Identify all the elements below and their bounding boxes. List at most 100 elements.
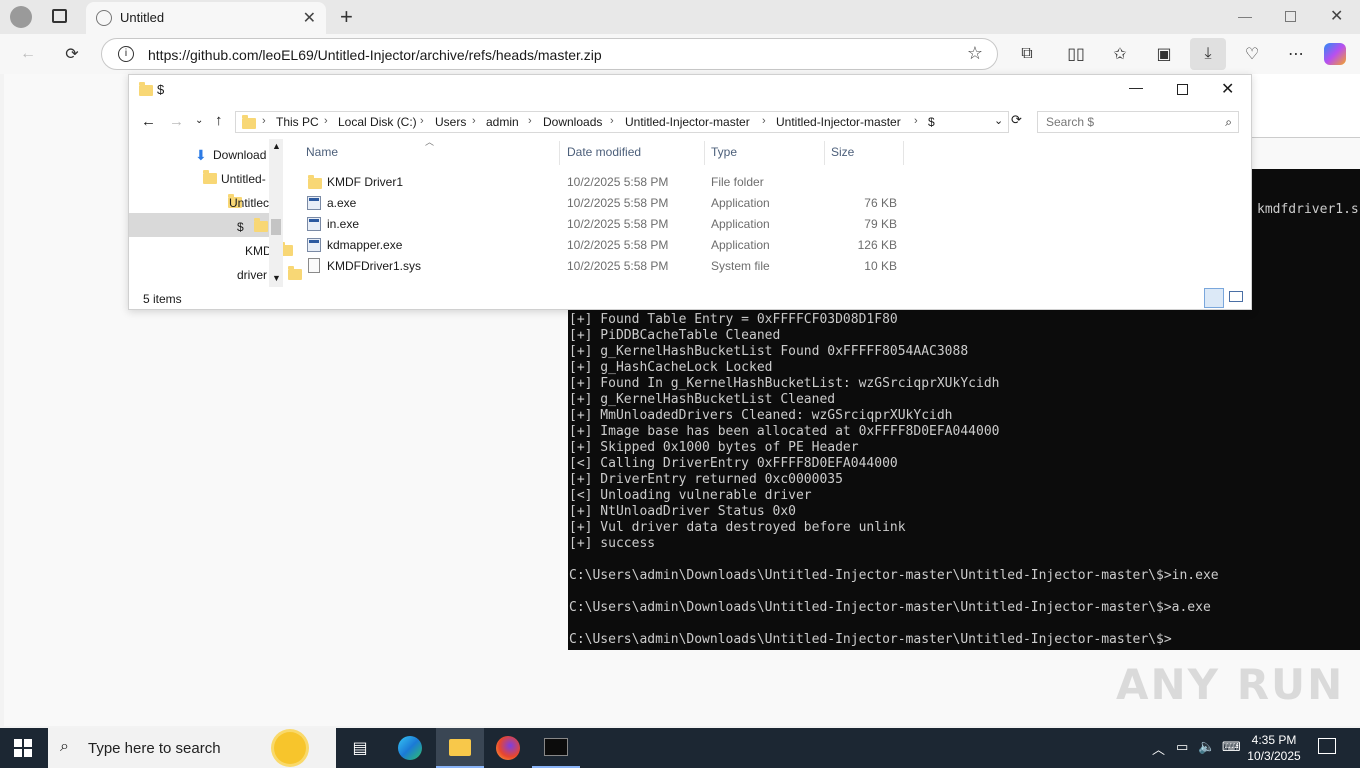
downloads-nav-icon: ⬇ — [195, 147, 207, 163]
file-type: Application — [711, 217, 770, 231]
show-hidden-icons-icon[interactable]: ︿ — [1152, 739, 1165, 758]
address-bar[interactable]: i https://github.com/leoEL69/Untitled-In… — [101, 38, 998, 70]
breadcrumb-dropdown-icon[interactable]: ⌄ — [994, 114, 1003, 127]
column-divider[interactable] — [704, 141, 705, 165]
minimize-icon[interactable]: — — [1238, 8, 1252, 24]
file-name[interactable]: kdmapper.exe — [327, 238, 402, 252]
breadcrumb[interactable]: › This PC › Local Disk (C:) › Users › ad… — [235, 111, 1009, 133]
downloads-icon[interactable]: ⤓ — [1190, 38, 1226, 70]
breadcrumb-item[interactable]: Downloads — [543, 115, 602, 129]
file-row[interactable]: a.exe 10/2/2025 5:58 PM Application 76 KB — [301, 193, 901, 214]
column-divider[interactable] — [903, 141, 904, 165]
background-page-panel — [1252, 74, 1360, 138]
back-icon[interactable]: ← — [141, 113, 156, 130]
taskbar-search-box[interactable]: ⌕ Type here to search — [48, 728, 336, 768]
file-name[interactable]: KMDF Driver1 — [327, 175, 403, 189]
maximize-icon[interactable] — [1177, 84, 1188, 95]
nav-scrollbar[interactable]: ▲ ▼ — [269, 139, 283, 287]
refresh-icon[interactable]: ⟳ — [58, 40, 86, 68]
edge-icon[interactable] — [386, 728, 434, 768]
file-row[interactable]: KMDFDriver1.sys 10/2/2025 5:58 PM System f… — [301, 256, 901, 277]
nav-item-untitled-1[interactable]: Untitled- — [221, 172, 269, 186]
nav-item-kmdf[interactable]: KMD — [245, 244, 269, 258]
column-header-size[interactable]: Size — [831, 145, 854, 163]
windows-start-icon[interactable] — [14, 739, 32, 757]
tab-close-icon[interactable]: ✕ — [303, 8, 316, 28]
language-icon[interactable]: ⌨ — [1222, 739, 1241, 755]
breadcrumb-item[interactable]: Untitled-Injector-master — [625, 115, 750, 129]
nav-item-dollar[interactable]: $ — [237, 220, 267, 234]
file-type: Application — [711, 238, 770, 252]
favorite-star-icon[interactable]: ☆ — [967, 43, 983, 64]
breadcrumb-separator: › — [420, 115, 424, 127]
column-divider[interactable] — [824, 141, 825, 165]
breadcrumb-item[interactable]: $ — [928, 115, 935, 129]
nav-item-driver[interactable]: driver — [237, 268, 269, 282]
extensions-icon[interactable]: ⧉ — [1013, 40, 1041, 68]
network-icon[interactable]: ▭ — [1176, 739, 1188, 755]
file-row[interactable]: in.exe 10/2/2025 5:58 PM Application 79 KB — [301, 214, 901, 235]
large-icons-view-icon[interactable] — [1229, 291, 1243, 302]
breadcrumb-separator: › — [528, 115, 532, 127]
nav-item-downloads[interactable]: Download — [213, 148, 269, 162]
file-date: 10/2/2025 5:58 PM — [567, 196, 669, 210]
firefox-icon[interactable] — [484, 728, 532, 768]
copilot-icon[interactable] — [1324, 43, 1346, 65]
file-date: 10/2/2025 5:58 PM — [567, 217, 669, 231]
file-name[interactable]: KMDFDriver1.sys — [327, 259, 421, 273]
breadcrumb-item[interactable]: Local Disk (C:) — [338, 115, 417, 129]
profile-avatar[interactable] — [10, 6, 32, 28]
breadcrumb-item[interactable]: Untitled-Injector-master — [776, 115, 901, 129]
breadcrumb-item[interactable]: admin — [486, 115, 519, 129]
breadcrumb-separator: › — [610, 115, 614, 127]
browser-tab[interactable]: Untitled ✕ — [86, 2, 326, 34]
url-text[interactable]: https://github.com/leoEL69/Untitled-Inje… — [148, 47, 602, 63]
notifications-icon[interactable] — [1318, 738, 1336, 754]
file-name[interactable]: in.exe — [327, 217, 359, 231]
breadcrumb-separator: › — [914, 115, 918, 127]
restore-icon[interactable] — [1285, 11, 1296, 22]
file-explorer-taskbar-icon[interactable] — [436, 728, 484, 768]
console-output: [+] Found Table Entry = 0xFFFFCF03D08D1F… — [569, 312, 1219, 647]
nav-item-untitled-2[interactable]: Untitlec — [229, 196, 269, 210]
file-row[interactable]: kdmapper.exe 10/2/2025 5:58 PM Application… — [301, 235, 901, 256]
search-input[interactable]: Search $ ⌕ — [1037, 111, 1239, 133]
system-clock[interactable]: 4:35 PM 10/3/2025 — [1242, 732, 1306, 764]
minimize-icon[interactable]: — — [1129, 79, 1143, 95]
column-divider[interactable] — [559, 141, 560, 165]
task-view-icon[interactable]: ▤ — [336, 728, 384, 768]
column-header-date[interactable]: Date modified — [567, 145, 641, 163]
volume-icon[interactable]: 🔈 — [1198, 738, 1215, 755]
file-size: 79 KB — [864, 217, 897, 231]
forward-icon[interactable]: → — [169, 113, 184, 130]
favorites-icon[interactable]: ✩ — [1106, 40, 1134, 68]
file-size: 10 KB — [864, 259, 897, 273]
tab-actions-icon[interactable] — [52, 9, 67, 23]
more-menu-icon[interactable]: ⋯ — [1282, 40, 1310, 68]
file-name[interactable]: a.exe — [327, 196, 356, 210]
breadcrumb-item[interactable]: This PC — [276, 115, 319, 129]
scroll-down-icon[interactable]: ▼ — [272, 273, 281, 283]
browser-essentials-icon[interactable]: ♡ — [1238, 40, 1266, 68]
file-row[interactable]: KMDF Driver1 10/2/2025 5:58 PM File folder — [301, 172, 901, 193]
close-window-icon[interactable]: ✕ — [1330, 6, 1343, 26]
new-tab-icon[interactable]: + — [340, 4, 353, 30]
search-icon[interactable]: ⌕ — [1225, 115, 1232, 130]
breadcrumb-item[interactable]: Users — [435, 115, 466, 129]
column-header-type[interactable]: Type — [711, 145, 737, 163]
folder-icon — [308, 175, 322, 189]
scroll-thumb[interactable] — [271, 219, 281, 235]
up-icon[interactable]: ↑ — [215, 112, 223, 129]
recent-locations-icon[interactable]: ⌄ — [195, 115, 203, 126]
details-view-icon[interactable] — [1204, 288, 1224, 308]
terminal-icon[interactable] — [532, 728, 580, 768]
info-icon[interactable]: i — [118, 46, 134, 62]
scroll-up-icon[interactable]: ▲ — [272, 141, 281, 151]
column-header-name[interactable]: Name — [306, 145, 338, 163]
refresh-icon[interactable]: ⟳ — [1011, 112, 1025, 128]
close-icon[interactable]: ✕ — [1221, 79, 1234, 99]
breadcrumb-separator: › — [762, 115, 766, 127]
collections-icon[interactable]: ▣ — [1150, 40, 1178, 68]
back-icon[interactable]: ← — [14, 40, 42, 68]
split-screen-icon[interactable]: ▯▯ — [1062, 40, 1090, 68]
